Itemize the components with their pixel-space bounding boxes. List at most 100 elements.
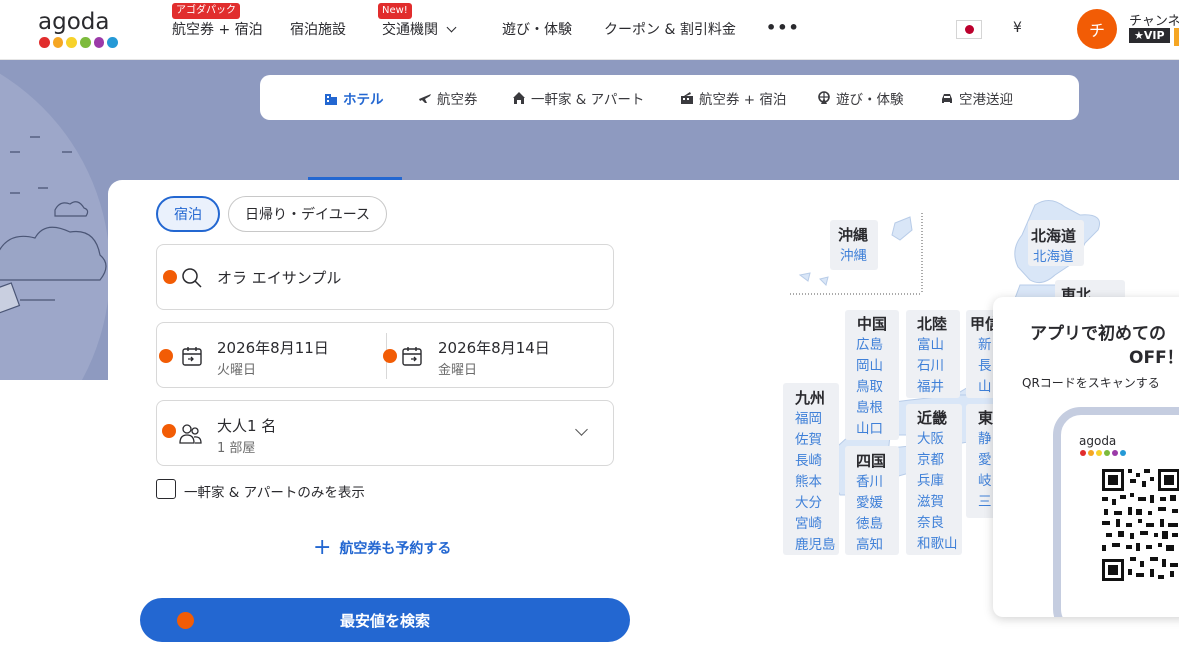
pref-osaka[interactable]: 大阪 xyxy=(917,427,944,447)
adults-count: 大人1 名 xyxy=(217,417,277,435)
region-tokai-title[interactable]: 東 xyxy=(978,407,993,428)
pref-nagano[interactable]: 長 xyxy=(978,354,992,374)
nav-coupons[interactable]: クーポン & 割引料金 xyxy=(604,19,736,39)
pref-shimane[interactable]: 島根 xyxy=(856,396,883,416)
add-flight-link[interactable]: + 航空券も予約する xyxy=(313,537,452,559)
username[interactable]: チャンネ xyxy=(1129,10,1179,29)
pref-ishikawa[interactable]: 石川 xyxy=(917,354,944,374)
search-icon xyxy=(182,268,202,288)
currency-selector[interactable]: ¥ xyxy=(1013,20,1022,36)
pref-kagawa[interactable]: 香川 xyxy=(856,470,883,490)
new-badge: New! xyxy=(378,3,412,19)
region-hokuriku-title[interactable]: 北陸 xyxy=(917,313,947,334)
region-chugoku-title[interactable]: 中国 xyxy=(857,313,887,334)
pref-aichi[interactable]: 愛 xyxy=(978,448,992,468)
overnight-toggle[interactable]: 宿泊 xyxy=(156,196,220,232)
destination-input[interactable]: オラ エイサンプル xyxy=(217,267,341,288)
pref-fukuoka[interactable]: 福岡 xyxy=(795,407,822,427)
tab-homes[interactable]: 一軒家 & アパート xyxy=(512,88,644,108)
pref-hyogo[interactable]: 兵庫 xyxy=(917,469,944,489)
pref-kochi[interactable]: 高知 xyxy=(856,533,883,553)
package-badge: アゴダパック xyxy=(172,3,240,19)
vip-badge: ★VIP xyxy=(1129,28,1170,43)
phone-logo-dots xyxy=(1080,450,1126,456)
japan-flag-icon[interactable] xyxy=(956,20,982,39)
add-flight-label: 航空券も予約する xyxy=(339,541,452,557)
pref-okayama[interactable]: 岡山 xyxy=(856,354,883,374)
checkin-marker xyxy=(159,349,173,363)
ferris-wheel-icon xyxy=(818,91,830,104)
region-hokkaido-title[interactable]: 北海道 xyxy=(1031,225,1076,246)
pref-saga[interactable]: 佐賀 xyxy=(795,428,822,448)
product-tabs: ホテル 航空券 一軒家 & アパート 航空券 + 宿泊 遊び・体験 空港送迎 xyxy=(260,75,1079,120)
pref-oita[interactable]: 大分 xyxy=(795,491,822,511)
nav-transport[interactable]: 交通機関 xyxy=(382,19,457,39)
guests-marker xyxy=(162,424,176,438)
guests-field[interactable]: 大人1 名 1 部屋 xyxy=(156,400,614,466)
people-icon xyxy=(179,424,202,444)
pref-gifu[interactable]: 岐 xyxy=(978,469,992,489)
checkout-date[interactable]: 2026年8月14日 xyxy=(438,337,550,358)
region-shikoku-title[interactable]: 四国 xyxy=(856,450,886,471)
logo-dots xyxy=(39,37,119,48)
house-icon xyxy=(513,92,525,104)
nav-hotels[interactable]: 宿泊施設 xyxy=(290,19,346,39)
tab-package-label: 航空券 + 宿泊 xyxy=(699,92,787,108)
pref-hokkaido[interactable]: 北海道 xyxy=(1033,245,1074,265)
top-header: agoda アゴダパック 航空券 + 宿泊 宿泊施設 New! 交通機関 遊び・… xyxy=(0,0,1179,60)
pref-mie[interactable]: 三 xyxy=(978,490,992,510)
tab-package[interactable]: 航空券 + 宿泊 xyxy=(680,88,786,108)
tab-hotels[interactable]: ホテル xyxy=(324,88,384,108)
tab-airport-transfer-label: 空港送迎 xyxy=(959,92,1013,108)
user-avatar[interactable]: チ xyxy=(1077,9,1117,49)
pref-wakayama[interactable]: 和歌山 xyxy=(917,532,958,552)
pref-toyama[interactable]: 富山 xyxy=(917,333,944,353)
destination-field[interactable]: オラ エイサンプル xyxy=(156,244,614,310)
calendar-checkout-icon xyxy=(402,347,422,366)
region-kyushu-title[interactable]: 九州 xyxy=(795,387,825,408)
car-icon xyxy=(942,94,952,103)
checkin-date[interactable]: 2026年8月11日 xyxy=(217,337,329,358)
pref-hiroshima[interactable]: 広島 xyxy=(856,333,883,353)
pref-ehime[interactable]: 愛媛 xyxy=(856,491,883,511)
pref-kumamoto[interactable]: 熊本 xyxy=(795,470,822,490)
app-promo-popup: アプリで初めての OFF！ QRコードをスキャンする agoda xyxy=(993,297,1179,617)
pref-nagasaki[interactable]: 長崎 xyxy=(795,449,822,469)
pref-yamaguchi[interactable]: 山口 xyxy=(856,417,883,437)
destination-marker xyxy=(163,270,177,284)
pref-nara[interactable]: 奈良 xyxy=(917,511,944,531)
region-kinki-title[interactable]: 近畿 xyxy=(917,407,947,428)
checkin-weekday: 火曜日 xyxy=(217,363,257,378)
checkout-marker xyxy=(383,349,397,363)
pref-tottori[interactable]: 鳥取 xyxy=(856,375,883,395)
tab-flights[interactable]: 航空券 xyxy=(418,88,478,108)
nav-transport-label: 交通機関 xyxy=(382,22,438,38)
nav-package[interactable]: 航空券 + 宿泊 xyxy=(172,19,263,39)
qr-code-icon[interactable] xyxy=(1100,467,1179,583)
homes-only-checkbox[interactable] xyxy=(156,479,176,499)
pref-fukui[interactable]: 福井 xyxy=(917,375,944,395)
pref-yamanashi[interactable]: 山 xyxy=(978,375,992,395)
chevron-down-icon[interactable] xyxy=(575,423,588,436)
pref-shizuoka[interactable]: 静 xyxy=(978,427,992,447)
popup-subtitle: QRコードをスキャンする xyxy=(1022,376,1160,390)
date-range-field[interactable]: 2026年8月11日 火曜日 2026年8月14日 金曜日 xyxy=(156,322,614,388)
nav-activities[interactable]: 遊び・体験 xyxy=(502,19,572,39)
dayuse-toggle[interactable]: 日帰り・デイユース xyxy=(228,196,387,232)
pref-shiga[interactable]: 滋賀 xyxy=(917,490,944,510)
agoda-logo[interactable]: agoda xyxy=(38,10,119,52)
pref-kagoshima[interactable]: 鹿児島 xyxy=(795,533,836,553)
pref-kyoto[interactable]: 京都 xyxy=(917,448,944,468)
search-button[interactable]: 最安値を検索 xyxy=(140,598,630,642)
pref-okinawa[interactable]: 沖縄 xyxy=(840,244,867,264)
pref-tokushima[interactable]: 徳島 xyxy=(856,512,883,532)
pref-niigata[interactable]: 新 xyxy=(978,333,992,353)
left-background xyxy=(0,380,108,650)
tab-activities-label: 遊び・体験 xyxy=(836,92,904,108)
more-icon[interactable]: ••• xyxy=(766,18,800,37)
region-okinawa-title[interactable]: 沖縄 xyxy=(838,224,868,245)
tab-activities[interactable]: 遊び・体験 xyxy=(817,88,904,108)
tab-airport-transfer[interactable]: 空港送迎 xyxy=(940,88,1013,108)
package-icon xyxy=(681,92,693,104)
pref-miyazaki[interactable]: 宮崎 xyxy=(795,512,822,532)
